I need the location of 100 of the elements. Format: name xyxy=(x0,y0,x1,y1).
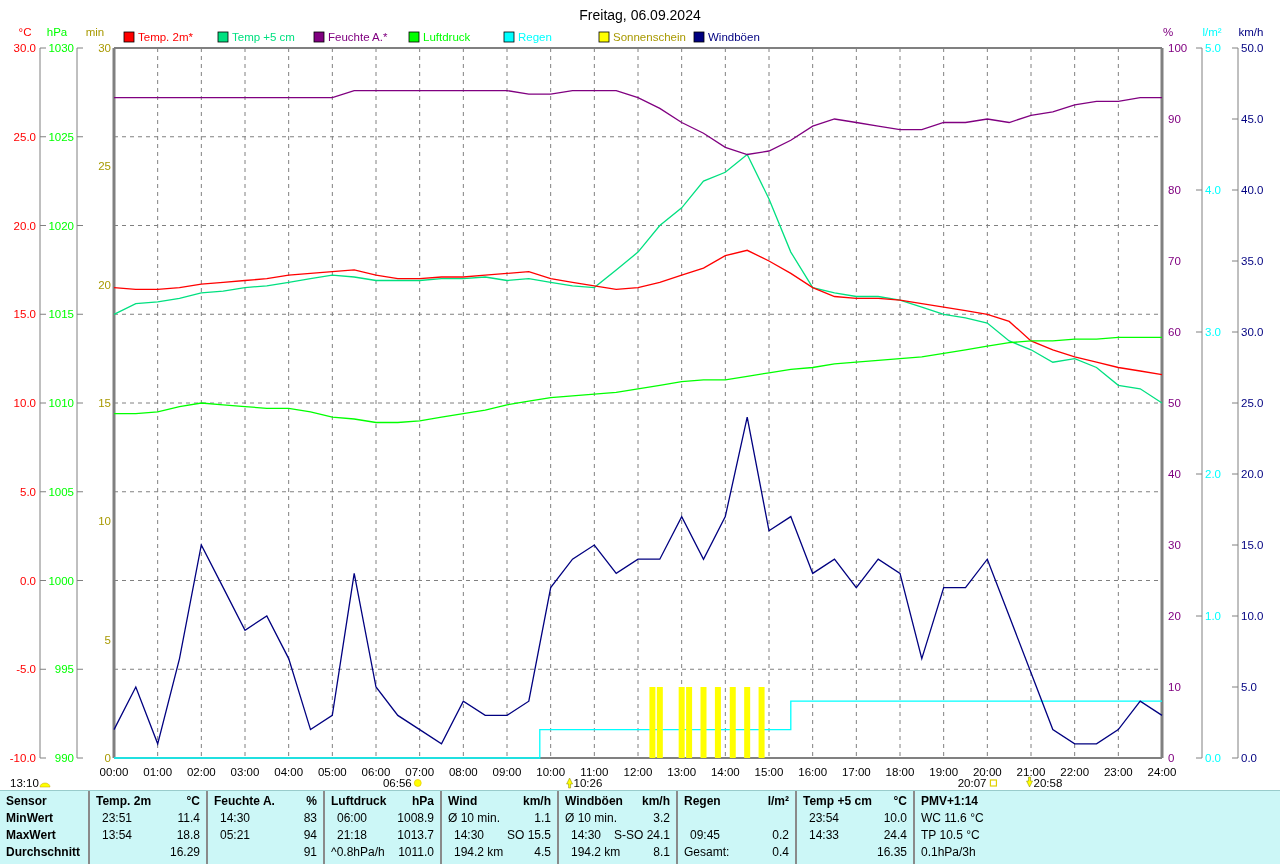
table-cell-text: 0.4 xyxy=(772,845,789,861)
column-header: Feuchte A. xyxy=(214,794,275,810)
legend-label: Windböen xyxy=(708,31,760,43)
unit-label: hPa xyxy=(412,794,434,810)
unit-label: °C xyxy=(186,794,200,810)
axis-label: 5.0 xyxy=(1205,42,1221,54)
axis-label: 1.0 xyxy=(1205,610,1221,622)
axis-label: 10:00 xyxy=(536,766,566,778)
table-cell-text: 94 xyxy=(303,828,317,844)
axis-label: 25 xyxy=(98,160,111,173)
axis-label: 18:00 xyxy=(885,766,915,778)
axis-label: 4.0 xyxy=(1205,184,1221,196)
column-header: PMV+1:14 xyxy=(921,794,979,810)
table-cell-text: Ø 10 min. xyxy=(448,811,501,827)
axis-label: 1020 xyxy=(48,219,74,232)
axis-label: 04:00 xyxy=(274,766,304,778)
table-cell-text: WC 11.6 °C xyxy=(921,811,984,827)
table-cell-text: 8.1 xyxy=(653,845,670,861)
axis-label: 1015 xyxy=(48,308,74,321)
column-header: Wind xyxy=(448,794,478,810)
axis-label: 10 xyxy=(98,515,111,528)
axis-unit: hPa xyxy=(46,26,68,38)
axis-label: 25.0 xyxy=(1241,397,1264,409)
axis-label: 20.0 xyxy=(13,219,36,232)
axis-label: 05:00 xyxy=(317,766,347,778)
table-cell-text: 06:00 xyxy=(336,811,368,827)
table-cell-text: 13:54 xyxy=(101,828,133,844)
table-cell-text: 16.35 xyxy=(876,845,907,861)
axis-unit: min xyxy=(85,26,105,38)
axis-label: 30.0 xyxy=(1241,326,1264,338)
axis-label: 08:00 xyxy=(448,766,478,778)
table-cell-text: 4.5 xyxy=(534,845,551,861)
table-cell-text: 83 xyxy=(303,811,317,827)
table-cell-text: 14:30 xyxy=(570,828,602,844)
axis-label: 2.0 xyxy=(1205,468,1221,480)
daylight-label: 13:10 xyxy=(10,777,39,789)
axis-label: 0.0 xyxy=(1241,752,1257,764)
axis-label: 20 xyxy=(98,278,111,291)
axis-label: 12:00 xyxy=(623,766,653,778)
table-cell-text: 21:18 xyxy=(336,828,368,844)
axis-label: 20 xyxy=(1168,610,1181,622)
axis-label: 21:00 xyxy=(1016,766,1046,778)
axis-label: 1025 xyxy=(48,130,74,143)
axis-label: 09:00 xyxy=(492,766,522,778)
axis-label: 1000 xyxy=(48,574,74,587)
axis-label: 24:00 xyxy=(1147,766,1177,778)
axis-label: 80 xyxy=(1168,184,1181,196)
table-cell-text: 194.2 km xyxy=(570,845,621,861)
axis-label: 15.0 xyxy=(13,308,36,321)
axis-unit: °C xyxy=(18,26,32,38)
axis-label: 23:00 xyxy=(1103,766,1133,778)
axis-label: 14:00 xyxy=(710,766,740,778)
axis-label: 15.0 xyxy=(1241,539,1264,551)
axis-label: 35.0 xyxy=(1241,255,1264,267)
axis-unit: l/m² xyxy=(1202,26,1222,38)
table-cell-text: S-SO 24.1 xyxy=(613,828,670,844)
axis-label: 30.0 xyxy=(13,42,36,54)
axis-label: 06:00 xyxy=(361,766,391,778)
axis-label: 15:00 xyxy=(754,766,784,778)
table-cell-text: 1.1 xyxy=(534,811,551,827)
table-cell-text: 16.29 xyxy=(169,845,200,861)
axis-label: 20:00 xyxy=(972,766,1002,778)
axis-label: 995 xyxy=(54,663,74,676)
table-cell-text: 1008.9 xyxy=(397,811,434,827)
axis-label: 10.0 xyxy=(13,397,36,409)
axis-label: 19:00 xyxy=(929,766,959,778)
row-label: MinWert xyxy=(6,811,55,827)
column-header: Regen xyxy=(684,794,721,810)
axis-label: 70 xyxy=(1168,255,1181,267)
table-cell-text: 23:54 xyxy=(808,811,840,827)
axis-label: 50.0 xyxy=(1241,42,1264,54)
axis-label: 10.0 xyxy=(1241,610,1264,622)
legend-label: Luftdruck xyxy=(423,31,471,43)
unit-label: % xyxy=(306,794,317,810)
table-cell-text: 194.2 km xyxy=(453,845,504,861)
axis-label: 1030 xyxy=(48,42,74,54)
axis-label: 3.0 xyxy=(1205,326,1221,338)
axis-label: 40.0 xyxy=(1241,184,1264,196)
axis-label: 17:00 xyxy=(841,766,871,778)
axis-label: 0 xyxy=(104,752,111,764)
time-label: 06:56 xyxy=(382,777,412,789)
axis-label: 25.0 xyxy=(13,130,36,143)
row-label: MaxWert xyxy=(6,828,57,844)
table-cell-text: 0.2 xyxy=(772,828,789,844)
axis-label: 1005 xyxy=(48,485,74,498)
axis-label: 22:00 xyxy=(1060,766,1090,778)
axis-unit: km/h xyxy=(1238,26,1264,38)
table-cell-text: 24.4 xyxy=(883,828,907,844)
axis-label: -5.0 xyxy=(16,663,36,676)
axis-label: 03:00 xyxy=(230,766,260,778)
axis-label: 40 xyxy=(1168,468,1181,480)
axis-label: 01:00 xyxy=(143,766,173,778)
axis-label: 16:00 xyxy=(798,766,828,778)
table-cell-text: 14:30 xyxy=(219,811,251,827)
table-cell-text: SO 15.5 xyxy=(506,828,551,844)
table-cell-text: 14:30 xyxy=(453,828,485,844)
table-cell-text: TP 10.5 °C xyxy=(921,828,980,844)
column-header: Temp. 2m xyxy=(96,794,152,810)
axis-unit: % xyxy=(1162,26,1174,38)
table-cell-text: ^0.8hPa/h xyxy=(331,845,385,861)
